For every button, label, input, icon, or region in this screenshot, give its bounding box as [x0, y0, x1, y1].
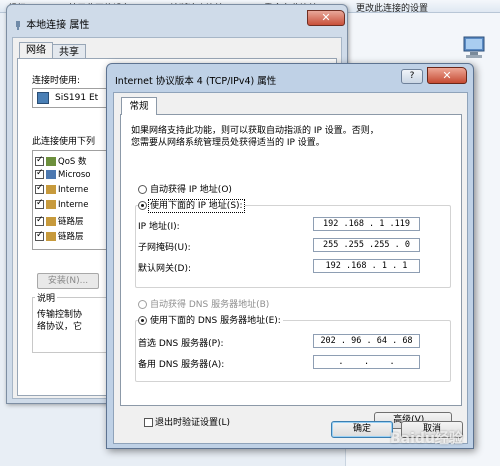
- protocol-icon: [46, 232, 56, 241]
- components-list[interactable]: QoS 数 Microso Interne Interne 链路层 链路层: [32, 150, 112, 250]
- back-window-title-text: 本地连接 属性: [26, 20, 90, 31]
- tab-sharing[interactable]: 共享: [52, 44, 86, 59]
- preferred-dns-input[interactable]: 202 . 96 . 64 . 68: [313, 334, 420, 348]
- adapter-field: SiS191 Et: [32, 88, 112, 108]
- list-item[interactable]: Microso: [35, 168, 91, 183]
- ok-button[interactable]: 确定: [331, 421, 393, 438]
- back-window-close-button[interactable]: ✕: [307, 10, 345, 26]
- tab-network[interactable]: 网络: [19, 42, 53, 59]
- list-item[interactable]: 链路层: [35, 230, 84, 243]
- alternate-dns-label: 备用 DNS 服务器(A):: [138, 360, 225, 370]
- list-item[interactable]: QoS 数: [35, 155, 87, 168]
- components-label: 此连接使用下列: [32, 137, 96, 147]
- intro-text-line-2: 您需要从网络系统管理员处获得适当的 IP 设置。: [131, 138, 325, 148]
- description-label: 说明: [35, 291, 58, 304]
- list-item[interactable]: Interne: [35, 183, 89, 198]
- install-button[interactable]: 安装(N)...: [37, 273, 99, 289]
- ipv4-properties-dialog: Internet 协议版本 4 (TCP/IPv4) 属性 ? ✕ 常规 如果网…: [106, 63, 474, 449]
- adapter-name: SiS191 Et: [55, 93, 99, 103]
- help-button[interactable]: ?: [401, 69, 423, 84]
- component-label: Microso: [58, 170, 91, 180]
- manual-dns-option[interactable]: 使用下面的 DNS 服务器地址(E):: [138, 313, 283, 326]
- protocol-icon: [46, 200, 56, 209]
- auto-ip-label: 自动获得 IP 地址(O): [150, 185, 232, 195]
- component-label: QoS 数: [58, 157, 87, 167]
- back-window-title: 本地连接 属性: [13, 16, 89, 31]
- auto-ip-option[interactable]: 自动获得 IP 地址(O): [138, 182, 232, 195]
- network-icon: [46, 170, 56, 179]
- protocol-icon: [46, 185, 56, 194]
- list-item[interactable]: 链路层: [35, 215, 84, 228]
- alternate-dns-input[interactable]: . . .: [313, 355, 420, 369]
- radio-on-icon[interactable]: [138, 201, 147, 210]
- qos-icon: [46, 157, 56, 166]
- network-adapter-icon: [463, 36, 485, 58]
- list-item[interactable]: Interne: [35, 198, 89, 213]
- checkbox-checked-icon[interactable]: [35, 155, 44, 166]
- intro-text-line-1: 如果网络支持此功能，则可以获取自动指派的 IP 设置。否则，: [131, 126, 379, 136]
- intro-text: 如果网络支持此功能，则可以获取自动指派的 IP 设置。否则， 您需要从网络系统管…: [131, 125, 451, 149]
- default-gateway-label: 默认网关(D):: [138, 264, 191, 274]
- checkbox-unchecked-icon[interactable]: [144, 418, 153, 427]
- tab-general[interactable]: 常规: [121, 97, 157, 115]
- manual-ip-label: 使用下面的 IP 地址(S):: [148, 199, 245, 213]
- checkbox-checked-icon[interactable]: [35, 168, 44, 179]
- validate-on-exit-label: 退出时验证设置(L): [155, 418, 231, 428]
- subnet-mask-label: 子网掩码(U):: [138, 243, 191, 253]
- radio-off-icon[interactable]: [138, 185, 147, 194]
- checkbox-checked-icon[interactable]: [35, 215, 44, 226]
- dialog-body: 常规 如果网络支持此功能，则可以获取自动指派的 IP 设置。否则， 您需要从网络…: [113, 92, 468, 444]
- dns-settings-group: [135, 320, 451, 382]
- watermark: Baidu经验: [390, 431, 463, 447]
- component-label: Interne: [58, 185, 89, 195]
- network-plug-icon: [16, 21, 20, 30]
- radio-on-icon[interactable]: [138, 316, 147, 325]
- connect-using-label: 连接时使用:: [32, 76, 81, 86]
- default-gateway-input[interactable]: 192 .168 . 1 . 1: [313, 259, 420, 273]
- manual-ip-option[interactable]: 使用下面的 IP 地址(S):: [138, 198, 245, 213]
- component-label: 链路层: [58, 217, 84, 227]
- auto-dns-option[interactable]: 自动获得 DNS 服务器地址(B): [138, 297, 269, 310]
- component-label: 链路层: [58, 232, 84, 242]
- auto-dns-label: 自动获得 DNS 服务器地址(B): [150, 300, 270, 310]
- checkbox-checked-icon[interactable]: [35, 183, 44, 194]
- radio-off-icon[interactable]: [138, 300, 147, 309]
- general-page: 如果网络支持此功能，则可以获取自动指派的 IP 设置。否则， 您需要从网络系统管…: [120, 114, 462, 406]
- ip-address-input[interactable]: 192 .168 . 1 .119: [313, 217, 420, 231]
- component-label: Interne: [58, 200, 89, 210]
- manual-dns-label: 使用下面的 DNS 服务器地址(E):: [150, 316, 281, 326]
- dialog-title: Internet 协议版本 4 (TCP/IPv4) 属性: [115, 76, 277, 87]
- subnet-mask-input[interactable]: 255 .255 .255 . 0: [313, 238, 420, 252]
- close-button[interactable]: ✕: [427, 67, 467, 84]
- checkbox-checked-icon[interactable]: [35, 230, 44, 241]
- ip-address-label: IP 地址(I):: [138, 222, 180, 232]
- preferred-dns-label: 首选 DNS 服务器(P):: [138, 339, 224, 349]
- checkbox-checked-icon[interactable]: [35, 198, 44, 209]
- validate-on-exit-option[interactable]: 退出时验证设置(L): [144, 415, 230, 428]
- adapter-icon: [37, 92, 49, 104]
- protocol-icon: [46, 217, 56, 226]
- description-text-line-2: 络协议，它: [37, 322, 83, 332]
